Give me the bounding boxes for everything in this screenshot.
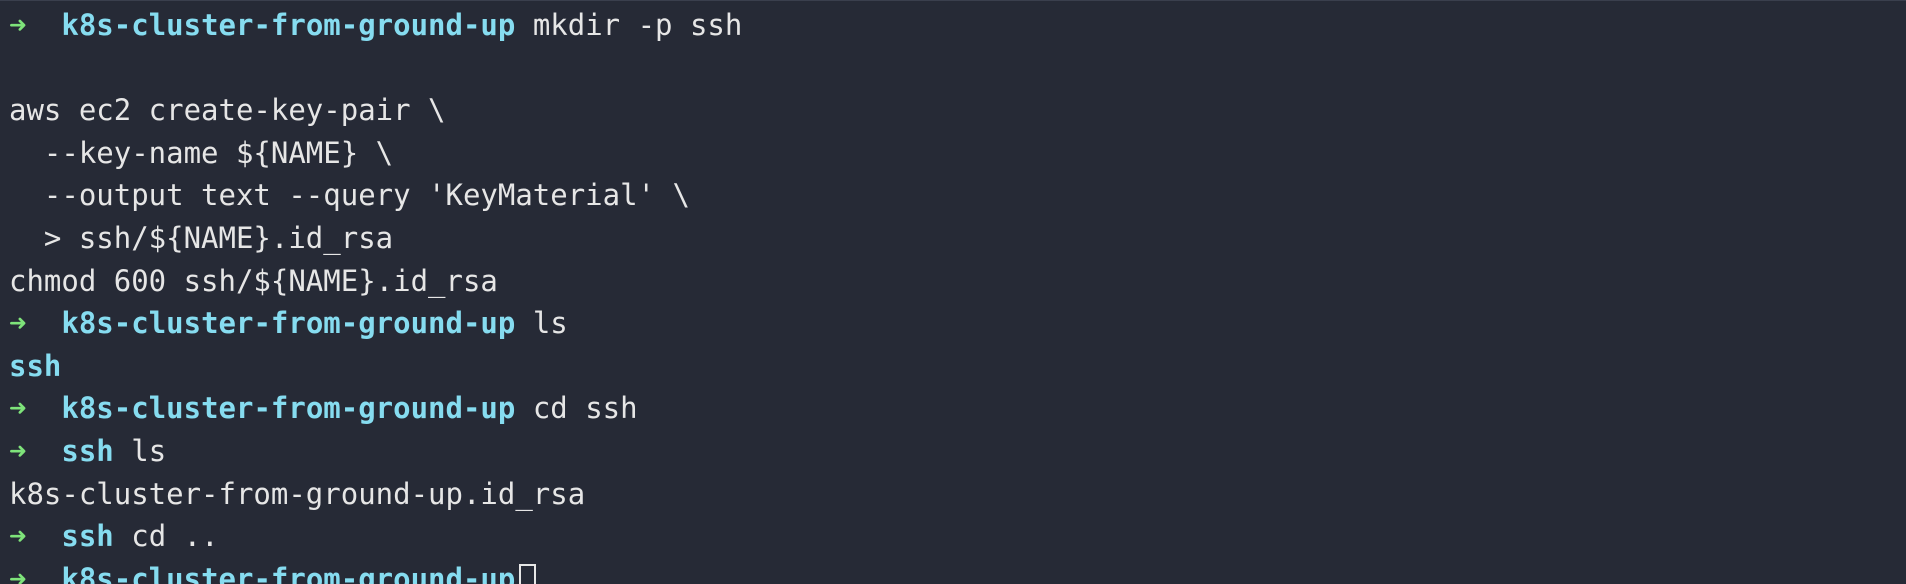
terminal-line: ➜ k8s-cluster-from-ground-up ls	[9, 302, 1906, 345]
output-text: > ssh/${NAME}.id_rsa	[9, 220, 394, 255]
terminal-line: > ssh/${NAME}.id_rsa	[9, 217, 1906, 260]
prompt-arrow-icon: ➜	[9, 8, 27, 42]
terminal-line: aws ec2 create-key-pair \	[9, 89, 1906, 132]
terminal-line: chmod 600 ssh/${NAME}.id_rsa	[9, 260, 1906, 303]
output-text: --key-name ${NAME} \	[9, 135, 394, 170]
command-text: mkdir -p ssh	[532, 8, 743, 42]
prompt-directory: ssh	[61, 519, 114, 554]
prompt-arrow-icon: ➜	[9, 561, 27, 584]
terminal-line: --key-name ${NAME} \	[9, 132, 1906, 175]
command-text: ls	[532, 306, 568, 341]
prompt-arrow-icon: ➜	[9, 433, 27, 468]
prompt-directory: k8s-cluster-from-ground-up	[61, 561, 516, 584]
output-text: aws ec2 create-key-pair \	[9, 93, 446, 128]
terminal-line: ➜ ssh cd ..	[9, 515, 1906, 558]
prompt-directory: ssh	[61, 433, 114, 468]
terminal-line: ➜ k8s-cluster-from-ground-up mkdir -p ss…	[9, 4, 1906, 47]
output-text: chmod 600 ssh/${NAME}.id_rsa	[9, 263, 498, 298]
text-cursor[interactable]	[519, 563, 537, 584]
prompt-directory: k8s-cluster-from-ground-up	[61, 391, 516, 426]
output-text: k8s-cluster-from-ground-up.id_rsa	[9, 476, 586, 511]
command-text: cd ssh	[532, 391, 638, 426]
terminal-window[interactable]: ➜ k8s-cluster-from-ground-up mkdir -p ss…	[0, 0, 1906, 584]
prompt-arrow-icon: ➜	[9, 306, 27, 341]
terminal-line: ssh	[9, 345, 1906, 388]
directory-listing-item: ssh	[9, 348, 62, 383]
terminal-line: ➜ k8s-cluster-from-ground-up cd ssh	[9, 387, 1906, 430]
terminal-line: ➜ ssh ls	[9, 430, 1906, 473]
terminal-line: k8s-cluster-from-ground-up.id_rsa	[9, 473, 1906, 516]
output-text: --output text --query 'KeyMaterial' \	[9, 178, 690, 213]
prompt-directory: k8s-cluster-from-ground-up	[61, 8, 516, 42]
terminal-line: ➜ k8s-cluster-from-ground-up	[9, 558, 1906, 584]
prompt-directory: k8s-cluster-from-ground-up	[61, 306, 516, 341]
terminal-line: --output text --query 'KeyMaterial' \	[9, 174, 1906, 217]
prompt-arrow-icon: ➜	[9, 519, 27, 554]
command-text: cd ..	[131, 519, 219, 554]
command-text: ls	[131, 433, 167, 468]
prompt-arrow-icon: ➜	[9, 391, 27, 426]
